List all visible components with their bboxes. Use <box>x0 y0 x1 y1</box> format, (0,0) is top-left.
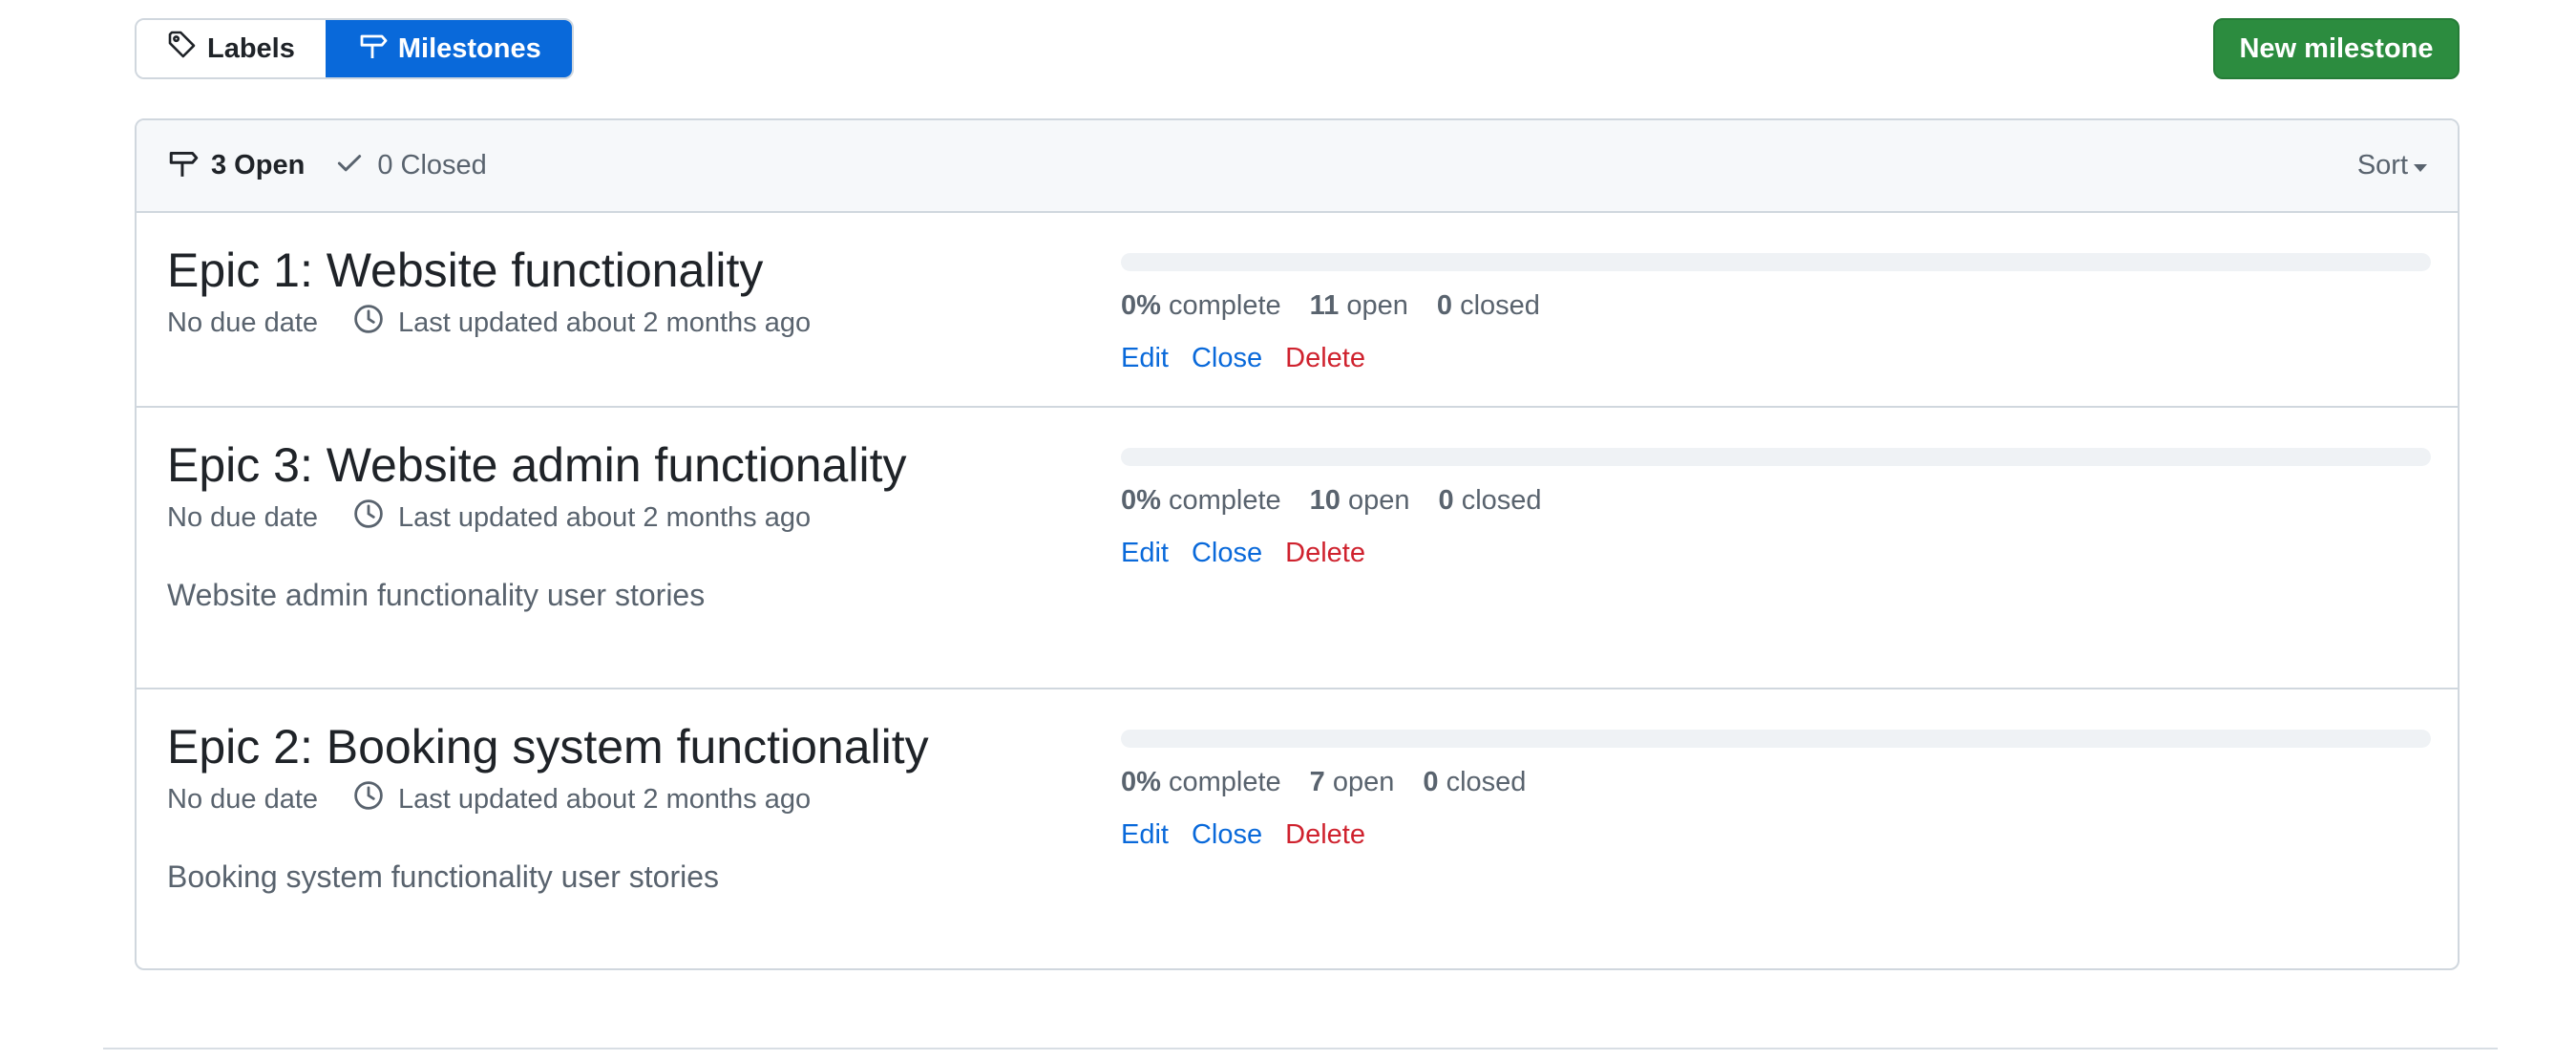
milestones-tab[interactable]: Milestones <box>325 20 572 77</box>
milestone-item: Epic 2: Booking system functionality No … <box>137 689 2458 968</box>
percent-complete: 0% complete <box>1121 767 1281 797</box>
clock-icon <box>352 498 385 538</box>
last-updated: Last updated about 2 months ago <box>398 501 812 533</box>
last-updated: Last updated about 2 months ago <box>398 783 812 815</box>
milestone-meta: No due date Last updated about 2 months … <box>167 303 1084 343</box>
clock-icon <box>352 779 385 819</box>
milestone-icon <box>167 146 200 186</box>
milestones-list-header: 3 Open 0 Closed Sort <box>137 120 2458 213</box>
close-link[interactable]: Close <box>1192 538 1262 569</box>
close-link[interactable]: Close <box>1192 819 1262 851</box>
close-link[interactable]: Close <box>1192 343 1262 374</box>
edit-link[interactable]: Edit <box>1121 819 1169 851</box>
milestone-title[interactable]: Epic 1: Website functionality <box>167 242 1084 299</box>
sort-label: Sort <box>2356 150 2408 180</box>
labels-milestones-subnav: Labels Milestones <box>135 18 574 79</box>
edit-link[interactable]: Edit <box>1121 538 1169 569</box>
milestone-title[interactable]: Epic 2: Booking system functionality <box>167 718 1084 775</box>
progress-bar <box>1121 448 2431 466</box>
tag-icon <box>167 30 198 68</box>
new-milestone-button[interactable]: New milestone <box>2213 18 2460 79</box>
edit-link[interactable]: Edit <box>1121 343 1169 374</box>
check-icon <box>333 146 366 186</box>
closed-issues-count: 0 closed <box>1436 290 1540 321</box>
closed-milestones-filter[interactable]: 0 Closed <box>333 146 487 186</box>
milestone-actions: Edit Close Delete <box>1121 819 2431 851</box>
milestone-description: Booking system functionality user storie… <box>167 859 720 894</box>
due-date: No due date <box>167 783 319 815</box>
milestones-list: 3 Open 0 Closed Sort Epic 1: Website fun… <box>135 118 2460 970</box>
open-milestones-label: 3 Open <box>211 150 306 180</box>
footer-divider <box>103 1048 2498 1049</box>
percent-complete: 0% complete <box>1121 485 1281 516</box>
milestone-stats: 0% complete 11 open 0 closed <box>1121 290 2431 322</box>
delete-link[interactable]: Delete <box>1285 538 1365 569</box>
open-milestones-filter[interactable]: 3 Open <box>167 146 305 186</box>
closed-issues-count: 0 closed <box>1423 767 1527 797</box>
milestone-meta: No due date Last updated about 2 months … <box>167 498 1084 538</box>
last-updated: Last updated about 2 months ago <box>398 307 812 338</box>
percent-complete: 0% complete <box>1121 290 1281 321</box>
clock-icon <box>352 303 385 343</box>
milestones-tab-label: Milestones <box>397 32 541 64</box>
open-issues-count: 7 open <box>1309 767 1395 797</box>
sort-dropdown[interactable]: Sort <box>2357 150 2427 181</box>
milestone-description: Website admin functionality user stories <box>167 578 706 612</box>
milestone-stats: 0% complete 7 open 0 closed <box>1121 767 2431 798</box>
milestone-meta: No due date Last updated about 2 months … <box>167 779 1084 819</box>
delete-link[interactable]: Delete <box>1285 343 1365 374</box>
milestone-item: Epic 3: Website admin functionality No d… <box>137 408 2458 689</box>
closed-milestones-label: 0 Closed <box>377 150 487 180</box>
milestone-icon <box>358 30 389 68</box>
progress-bar <box>1121 253 2431 271</box>
milestone-stats: 0% complete 10 open 0 closed <box>1121 485 2431 517</box>
due-date: No due date <box>167 501 319 533</box>
milestone-item: Epic 1: Website functionality No due dat… <box>137 213 2458 408</box>
labels-tab[interactable]: Labels <box>137 20 326 77</box>
milestone-actions: Edit Close Delete <box>1121 538 2431 569</box>
progress-bar <box>1121 730 2431 748</box>
closed-issues-count: 0 closed <box>1438 485 1542 516</box>
due-date: No due date <box>167 307 319 338</box>
milestone-title[interactable]: Epic 3: Website admin functionality <box>167 436 1084 494</box>
labels-tab-label: Labels <box>207 32 295 64</box>
delete-link[interactable]: Delete <box>1285 819 1365 851</box>
open-issues-count: 10 open <box>1309 485 1410 516</box>
caret-down-icon <box>2414 163 2427 172</box>
open-issues-count: 11 open <box>1309 290 1408 321</box>
milestone-actions: Edit Close Delete <box>1121 343 2431 374</box>
